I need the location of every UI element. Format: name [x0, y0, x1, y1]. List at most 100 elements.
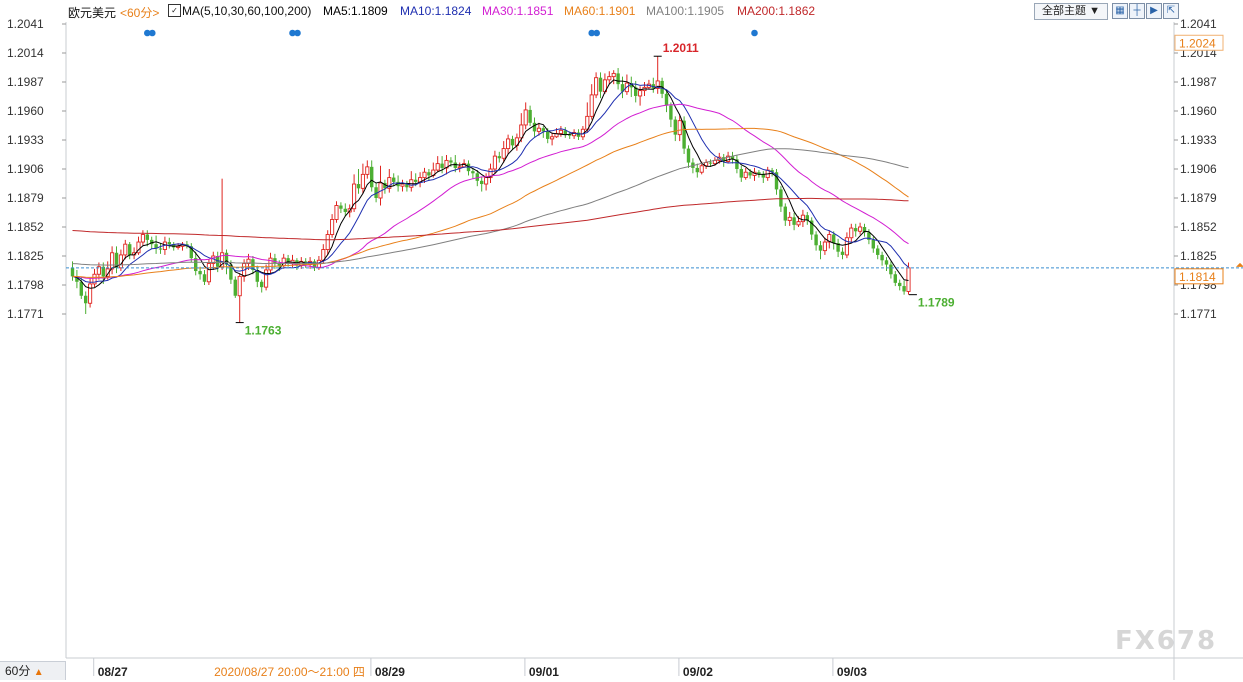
candle-body — [594, 77, 599, 96]
caret-up-icon: ▲ — [33, 667, 44, 678]
candle-body — [449, 160, 453, 163]
candle-body — [206, 263, 211, 283]
ma100-value: MA100:1.1905 — [646, 4, 725, 18]
candle-body — [414, 179, 418, 182]
candle-body — [902, 286, 906, 292]
candle-body — [158, 248, 163, 250]
y-tick-label-left: 1.2014 — [7, 46, 44, 60]
candle-body — [779, 189, 783, 207]
watermark-logo: FX678 — [1115, 626, 1218, 656]
candle-body — [84, 295, 88, 304]
candle-body — [427, 172, 431, 176]
y-tick-label-left: 1.1960 — [7, 104, 44, 118]
candle-body — [638, 90, 643, 97]
chart-window: 1.2041 1.2041 1.2014 1.2014 1.1987 1.1987 1.19… — [0, 0, 1243, 680]
event-dot-icon — [294, 29, 301, 37]
event-dot-icon — [751, 29, 758, 37]
ma-line-ma5 — [72, 79, 909, 289]
candle-body — [822, 241, 827, 252]
candle-body — [334, 205, 339, 220]
crosshair-icon[interactable]: ┼ — [1129, 3, 1145, 19]
candle-body — [787, 216, 792, 222]
candle-body — [748, 172, 752, 176]
low-price-label: 1.1763 — [245, 324, 282, 338]
candle-body — [167, 242, 171, 245]
y-tick-label-left: 1.1906 — [7, 162, 44, 176]
y-tick-label-left: 1.1852 — [7, 220, 44, 234]
candle-body — [484, 177, 489, 185]
candle-body — [532, 122, 537, 132]
candle-body — [497, 156, 501, 159]
candle-body — [669, 105, 673, 120]
candle-body — [876, 248, 880, 255]
candle-body — [589, 94, 594, 117]
candle-body — [792, 217, 796, 225]
candle-body — [536, 127, 541, 132]
candle-body — [202, 274, 207, 282]
period-button-label: 60分 — [5, 664, 31, 678]
candle-body — [325, 234, 330, 251]
export-icon[interactable]: ⇱ — [1163, 3, 1179, 19]
y-tick-label-left: 1.1798 — [7, 278, 44, 292]
candle-body — [598, 77, 603, 92]
theme-select-label: 全部主题 — [1042, 5, 1087, 17]
ma-line-ma200 — [72, 197, 909, 241]
candle-body — [708, 162, 713, 164]
candle-body — [832, 234, 836, 244]
candle-body — [70, 267, 75, 277]
indicator-icon[interactable]: ✓ — [168, 4, 181, 17]
current-price-text: 1.1814 — [1179, 270, 1216, 284]
candle-body — [118, 254, 123, 269]
candle-body — [237, 275, 242, 297]
candle-body — [858, 226, 863, 232]
y-tick-label-right: 1.1933 — [1180, 133, 1217, 147]
candle-body — [506, 138, 511, 150]
candle-body — [840, 251, 845, 255]
ma-price-tag-text: 1.2024 — [1179, 36, 1216, 50]
grid-icon[interactable]: ▦ — [1112, 3, 1128, 19]
candle-body — [889, 264, 893, 275]
candle-body — [818, 245, 823, 251]
candle-body — [673, 119, 677, 135]
candle-body — [79, 281, 83, 296]
candle-body — [854, 228, 858, 232]
candle-body — [492, 155, 497, 170]
ma30-value: MA30:1.1851 — [482, 4, 554, 18]
ma200-value: MA200:1.1862 — [737, 4, 816, 18]
candle-body — [453, 162, 457, 168]
y-tick-label-right: 1.1852 — [1180, 220, 1217, 234]
candle-body — [523, 109, 528, 126]
candle-body — [440, 163, 444, 168]
candle-body — [844, 237, 849, 256]
candle-body — [558, 129, 563, 135]
period-button[interactable]: 60分 ▲ — [0, 661, 66, 680]
x-tick-label: 08/29 — [375, 665, 405, 679]
candle-body — [739, 169, 743, 178]
candle-body — [501, 148, 506, 159]
candle-body — [128, 244, 132, 255]
candle-body — [677, 120, 682, 136]
y-tick-label-right: 1.1987 — [1180, 75, 1217, 89]
candle-body — [814, 234, 818, 246]
period-tag[interactable]: <60分> — [120, 4, 159, 21]
candle-body — [528, 109, 532, 123]
x-tick-label: 09/03 — [837, 665, 867, 679]
candle-body — [356, 184, 361, 189]
candle-body — [330, 219, 335, 235]
x-tick-label: 09/02 — [683, 665, 713, 679]
play-icon[interactable]: ▶ — [1146, 3, 1162, 19]
candle-body — [233, 279, 237, 296]
ma5-value: MA5:1.1809 — [323, 4, 388, 18]
y-tick-label-left: 1.1771 — [7, 307, 44, 321]
candle-body — [370, 166, 374, 188]
candle-body — [471, 171, 475, 174]
theme-select[interactable]: 全部主题 ▼ — [1034, 3, 1108, 20]
price-chart[interactable]: 1.2041 1.20411.2014 1.20141.1987 1.19871.19… — [0, 0, 1243, 680]
event-dot-icon — [149, 29, 156, 37]
ma-line-ma10 — [72, 83, 909, 283]
candle-body — [796, 221, 801, 226]
x-tick-label: 09/01 — [529, 665, 559, 679]
candle-body — [664, 93, 669, 106]
candle-body — [611, 72, 616, 78]
candle-body — [510, 138, 515, 146]
